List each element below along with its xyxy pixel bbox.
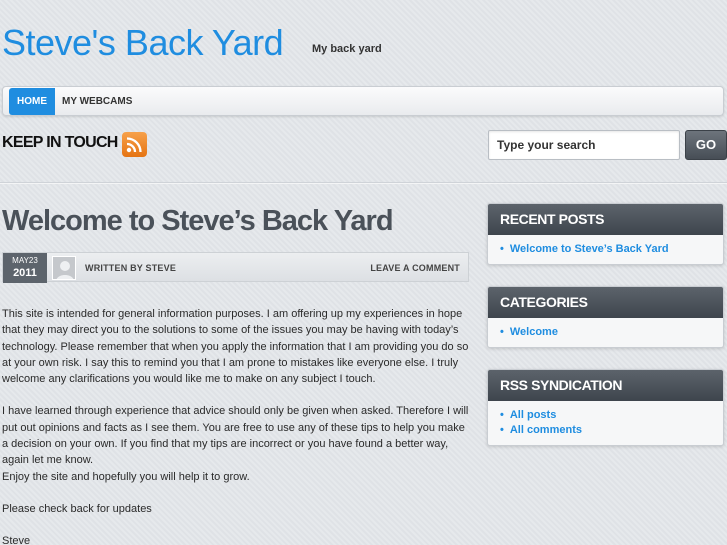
author-avatar (52, 256, 76, 280)
main-nav: HOME MY WEBCAMS (2, 86, 724, 116)
header-divider (0, 182, 727, 184)
post-paragraph: Steve (2, 535, 31, 545)
rss-icon[interactable] (122, 132, 147, 157)
post-meta-bar: MAY23 2011 WRITTEN BY STEVE LEAVE A COMM… (2, 252, 469, 283)
rss-list: All posts All comments (488, 401, 723, 445)
post-paragraph: Please check back for updates (2, 502, 152, 515)
recent-post-link[interactable]: Welcome to Steve’s Back Yard (500, 242, 723, 257)
leave-comment-link[interactable]: LEAVE A COMMENT (370, 263, 460, 273)
post-content: This site is intended for general inform… (2, 306, 472, 545)
post-paragraph: Enjoy the site and hopefully you will he… (2, 470, 250, 483)
post-date: MAY23 2011 (3, 253, 47, 283)
site-header: Steve's Back Yard My back yard (0, 0, 727, 80)
widget-title-recent-posts: RECENT POSTS (488, 204, 723, 235)
post-paragraph: I have learned through experience that a… (2, 405, 469, 467)
widget-title-rss: RSS SYNDICATION (488, 370, 723, 401)
search-input[interactable] (488, 130, 680, 160)
nav-item-home[interactable]: HOME (9, 88, 55, 115)
search-go-button[interactable]: GO (685, 130, 727, 160)
nav-item-my-webcams[interactable]: MY WEBCAMS (54, 88, 140, 115)
post-author: WRITTEN BY STEVE (85, 263, 177, 273)
widget-title-categories: CATEGORIES (488, 287, 723, 318)
rss-all-posts-link[interactable]: All posts (500, 408, 723, 423)
categories-list: Welcome (488, 318, 723, 347)
site-title[interactable]: Steve's Back Yard (2, 22, 284, 64)
category-link[interactable]: Welcome (500, 325, 723, 340)
post-date-month-day: MAY23 (12, 256, 38, 265)
post-title[interactable]: Welcome to Steve’s Back Yard (2, 205, 394, 238)
post-paragraph: This site is intended for general inform… (2, 308, 469, 386)
widget-recent-posts: RECENT POSTS Welcome to Steve’s Back Yar… (487, 203, 724, 265)
site-description: My back yard (312, 43, 382, 55)
keep-in-touch-label: KEEP IN TOUCH (2, 134, 118, 151)
recent-posts-list: Welcome to Steve’s Back Yard (488, 235, 723, 264)
rss-all-comments-link[interactable]: All comments (500, 423, 723, 438)
post-date-year: 2011 (13, 267, 37, 279)
widget-categories: CATEGORIES Welcome (487, 286, 724, 348)
avatar-placeholder-icon (53, 257, 75, 279)
widget-rss-syndication: RSS SYNDICATION All posts All comments (487, 369, 724, 446)
